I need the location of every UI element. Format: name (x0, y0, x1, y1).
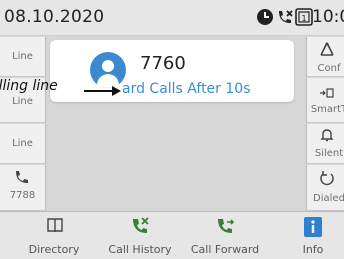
smart-transfer-key[interactable]: SmartT (306, 78, 344, 123)
missed-call-icon (276, 8, 294, 30)
forward-status-text: ard Calls After 10s (122, 81, 251, 97)
annotation-label: olling line (0, 78, 58, 94)
status-date: 08.10.2020 (4, 7, 105, 27)
directory-button[interactable]: Directory (20, 212, 88, 259)
softkey-bar: Directory Call History Call Forward Info (0, 211, 344, 259)
redial-icon (319, 170, 335, 190)
info-icon (304, 217, 322, 241)
conf-label: Conf (317, 63, 341, 74)
status-time: 10:03 (312, 7, 344, 27)
line-key-label: Line (12, 51, 33, 62)
dialed-label: Dialed (313, 193, 344, 204)
phone-icon (14, 169, 30, 189)
line-key-1[interactable]: Line (0, 37, 46, 77)
svg-text:1: 1 (301, 14, 306, 23)
status-bar: 08.10.2020 1 10:03 (0, 0, 344, 36)
smart-transfer-label: SmartT (310, 104, 344, 115)
call-forward-button[interactable]: Call Forward (186, 212, 264, 259)
silent-label: Silent (314, 148, 344, 159)
line-key-label: Line (12, 138, 33, 149)
line-key-label: 7788 (9, 190, 36, 201)
arrow-icon (84, 82, 122, 101)
line-key-7788[interactable]: 7788 (0, 165, 46, 211)
book-icon (46, 216, 64, 238)
line-key-label: Line (12, 96, 33, 107)
call-history-button[interactable]: Call History (102, 212, 178, 259)
directory-label: Directory (28, 243, 80, 256)
call-history-label: Call History (108, 243, 172, 256)
line-number: 7760 (140, 53, 186, 74)
conference-icon (319, 41, 335, 60)
bell-icon (319, 127, 335, 147)
silent-key[interactable]: Silent (306, 124, 344, 164)
dialed-key[interactable]: Dialed (306, 165, 344, 211)
clock-icon (256, 8, 274, 30)
info-button[interactable]: Info (295, 212, 331, 259)
call-forward-label: Call Forward (190, 243, 260, 256)
line-key-3[interactable]: Line (0, 124, 46, 164)
line-1-icon: 1 (295, 8, 313, 30)
info-label: Info (302, 243, 324, 256)
conf-key[interactable]: Conf (306, 37, 344, 77)
call-history-icon (131, 216, 151, 240)
transfer-icon (319, 84, 335, 103)
call-forward-icon (216, 216, 236, 240)
